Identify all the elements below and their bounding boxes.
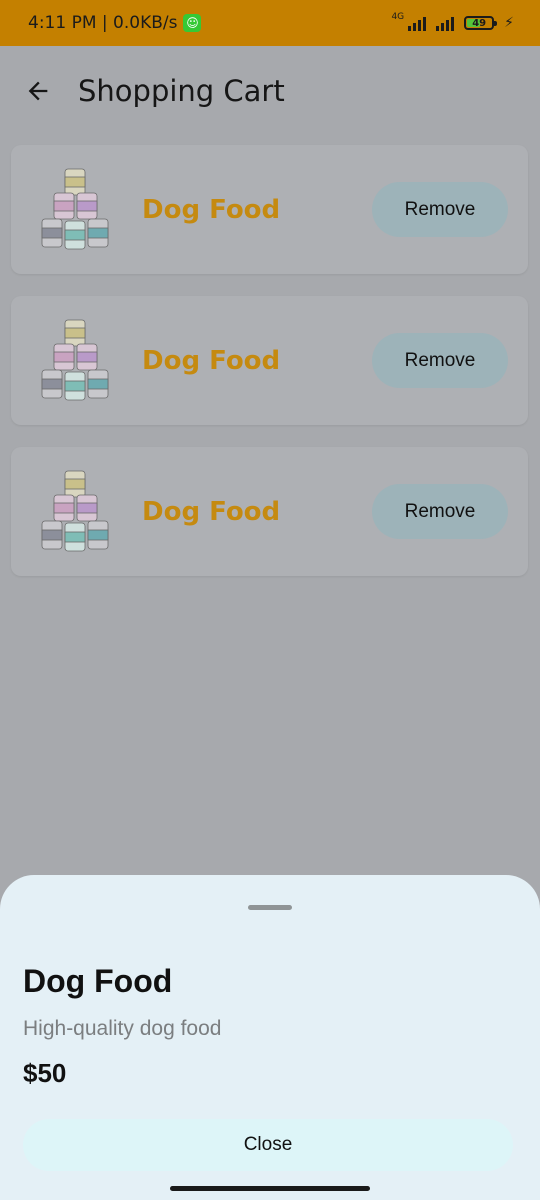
charging-bolt-icon: ⚡ (504, 15, 514, 31)
sheet-description: High-quality dog food (23, 1017, 222, 1040)
remove-button[interactable]: Remove (372, 484, 508, 539)
sheet-price: $50 (23, 1058, 67, 1088)
battery-level: 49 (472, 17, 487, 29)
cart-list: Dog Food Remove Dog Food Remove Dog Food… (11, 145, 528, 598)
close-button[interactable]: Close (23, 1119, 513, 1171)
status-time: 4:11 PM | 0.0KB/s (28, 13, 178, 33)
notification-app-icon: ☺ (183, 14, 202, 32)
product-detail-sheet: Dog Food High-quality dog food $50 Close (0, 875, 540, 1200)
product-name: Dog Food (142, 496, 281, 527)
page-title: Shopping Cart (78, 74, 285, 108)
network-type: 4G (391, 11, 405, 22)
cart-item: Dog Food Remove (11, 296, 528, 425)
status-right: 4G 49 ⚡ (391, 11, 514, 31)
remove-button[interactable]: Remove (372, 182, 508, 237)
drag-handle[interactable] (248, 905, 292, 910)
sheet-title: Dog Food (23, 963, 173, 999)
dog-food-cans-icon (41, 168, 109, 249)
cart-item: Dog Food Remove (11, 145, 528, 274)
product-name: Dog Food (142, 194, 281, 225)
battery-icon: 49 (464, 16, 498, 30)
cart-item: Dog Food Remove (11, 447, 528, 576)
status-bar: 4:11 PM | 0.0KB/s ☺ 4G 49 ⚡ (0, 0, 540, 46)
battery-cap (494, 21, 498, 26)
app-bar: Shopping Cart (0, 46, 540, 136)
back-button[interactable] (16, 69, 60, 113)
screen: 4:11 PM | 0.0KB/s ☺ 4G 49 ⚡ Shopping Car… (0, 0, 540, 1200)
status-left: 4:11 PM | 0.0KB/s ☺ (28, 13, 202, 33)
dog-food-cans-icon (41, 319, 109, 400)
signal-icon-2 (436, 15, 455, 31)
home-indicator (170, 1186, 370, 1191)
dog-food-cans-icon (41, 470, 109, 551)
product-name: Dog Food (142, 345, 281, 376)
signal-icon (408, 15, 427, 31)
arrow-left-icon (28, 81, 48, 101)
remove-button[interactable]: Remove (372, 333, 508, 388)
